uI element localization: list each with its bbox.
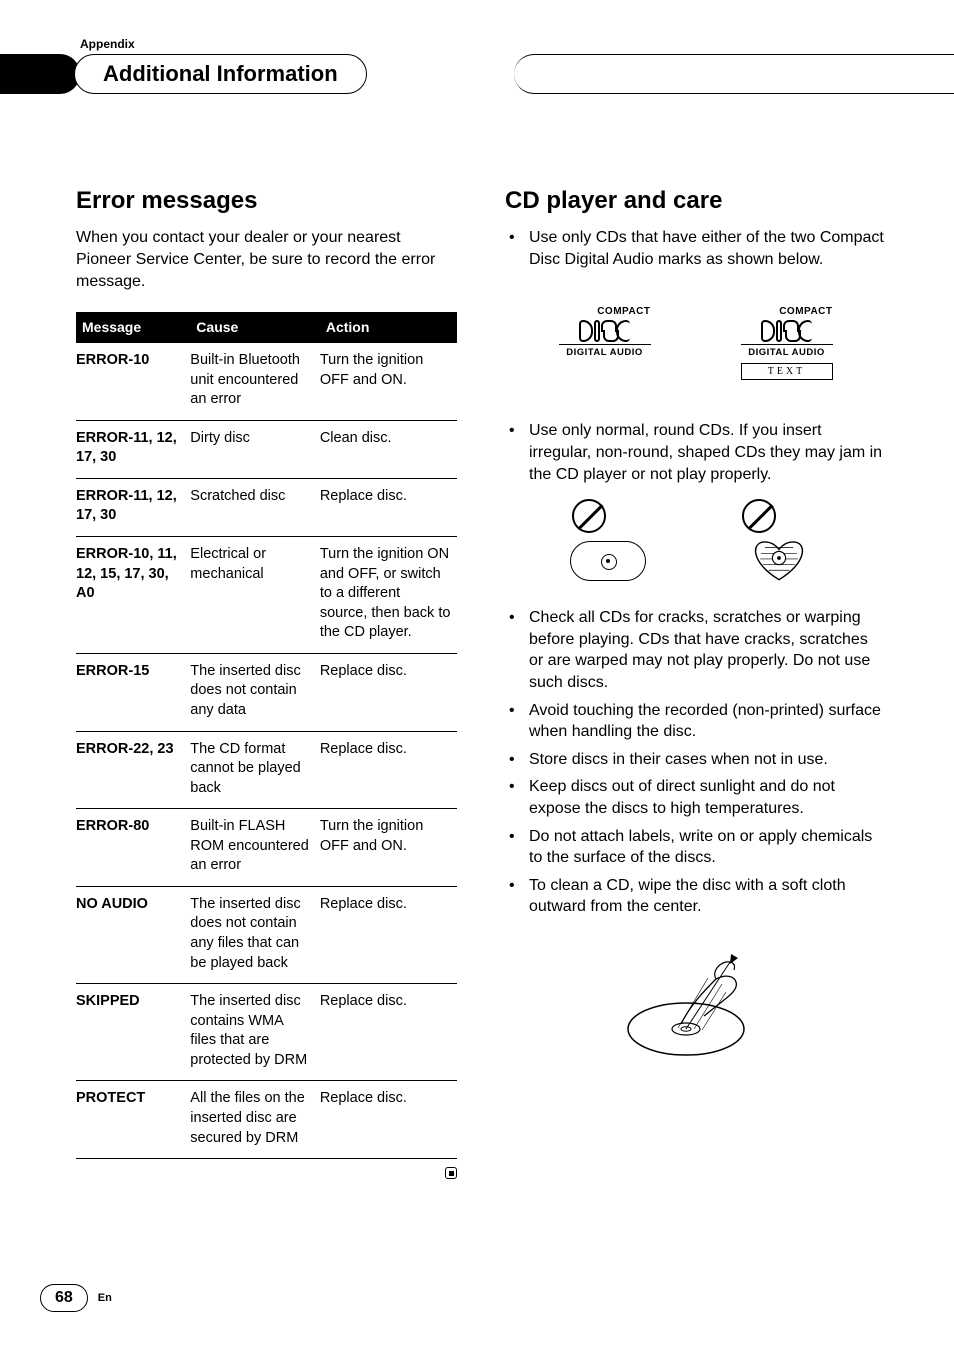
page-number: 68 [40, 1284, 88, 1312]
section-end-mark [76, 1159, 457, 1184]
table-cell-action: Replace disc. [320, 1081, 457, 1159]
table-cell-message: ERROR-11, 12, 17, 30 [76, 420, 190, 478]
table-cell-message: ERROR-15 [76, 653, 190, 731]
list-item: Use only CDs that have either of the two… [505, 227, 886, 276]
table-cell-message: ERROR-10, 11, 12, 15, 17, 30, A0 [76, 537, 190, 654]
list-item: Avoid touching the recorded (non-printed… [505, 700, 886, 749]
list-item: To clean a CD, wipe the disc with a soft… [505, 875, 886, 924]
list-item: Store discs in their cases when not in u… [505, 749, 886, 777]
table-row: PROTECTAll the files on the inserted dis… [76, 1081, 457, 1159]
table-cell-action: Replace disc. [320, 731, 457, 809]
table-cell-cause: All the files on the inserted disc are s… [190, 1081, 320, 1159]
table-cell-cause: Built-in FLASH ROM encountered an error [190, 809, 320, 887]
header-black-tab [0, 54, 80, 94]
page-footer: 68 En [40, 1284, 112, 1312]
table-row: ERROR-10Built-in Bluetooth unit encounte… [76, 343, 457, 420]
table-row: ERROR-11, 12, 17, 30Scratched discReplac… [76, 478, 457, 536]
table-cell-message: SKIPPED [76, 984, 190, 1081]
table-cell-message: PROTECT [76, 1081, 190, 1159]
table-row: ERROR-15The inserted disc does not conta… [76, 653, 457, 731]
list-item: Keep discs out of direct sunlight and do… [505, 776, 886, 825]
table-row: SKIPPEDThe inserted disc contains WMA fi… [76, 984, 457, 1081]
right-column: CD player and care Use only CDs that hav… [505, 185, 886, 1184]
table-cell-message: ERROR-22, 23 [76, 731, 190, 809]
error-table: Message Cause Action ERROR-10Built-in Bl… [76, 312, 457, 1159]
logo2-disc-graphic [741, 318, 833, 345]
appendix-label: Appendix [80, 36, 135, 52]
cd-logos: COMPACT DIGITAL AUDIO COMPACT DIGITAL AU… [505, 305, 886, 381]
table-cell-cause: Scratched disc [190, 478, 320, 536]
page-lang: En [98, 1291, 112, 1306]
compact-disc-text-logo: COMPACT DIGITAL AUDIO TEXT [741, 305, 833, 381]
nonround-cd-illustration [505, 503, 886, 583]
table-cell-cause: Built-in Bluetooth unit encountered an e… [190, 343, 320, 420]
heart-cd-icon [746, 533, 812, 583]
prohibit-icon [742, 499, 776, 533]
error-messages-heading: Error messages [76, 185, 457, 217]
logo2-text-label: TEXT [741, 363, 833, 381]
list-item: Check all CDs for cracks, scratches or w… [505, 607, 886, 699]
table-cell-action: Replace disc. [320, 984, 457, 1081]
table-cell-action: Replace disc. [320, 886, 457, 983]
table-cell-message: ERROR-10 [76, 343, 190, 420]
table-row: ERROR-10, 11, 12, 15, 17, 30, A0Electric… [76, 537, 457, 654]
prohibit-icon [572, 499, 606, 533]
compact-disc-logo: COMPACT DIGITAL AUDIO [559, 305, 651, 381]
logo-digital-audio-text: DIGITAL AUDIO [559, 345, 651, 360]
col-cause: Cause [190, 312, 320, 343]
table-cell-cause: Dirty disc [190, 420, 320, 478]
table-row: NO AUDIOThe inserted disc does not conta… [76, 886, 457, 983]
table-cell-cause: Electrical or mechanical [190, 537, 320, 654]
table-cell-cause: The inserted disc does not contain any d… [190, 653, 320, 731]
table-cell-message: ERROR-80 [76, 809, 190, 887]
col-action: Action [320, 312, 457, 343]
table-cell-action: Clean disc. [320, 420, 457, 478]
table-row: ERROR-80Built-in FLASH ROM encountered a… [76, 809, 457, 887]
cd-care-bullets-mid: Use only normal, round CDs. If you inser… [505, 420, 886, 491]
cd-care-heading: CD player and care [505, 185, 886, 217]
table-cell-message: NO AUDIO [76, 886, 190, 983]
logo-compact-text: COMPACT [559, 305, 651, 319]
logo2-digital-audio-text: DIGITAL AUDIO [741, 345, 833, 360]
cd-care-bullets-top: Use only CDs that have either of the two… [505, 227, 886, 276]
logo2-compact-text: COMPACT [741, 305, 833, 319]
heart-cd-no [736, 503, 826, 583]
wipe-cd-illustration [505, 934, 886, 1064]
list-item: Use only normal, round CDs. If you inser… [505, 420, 886, 491]
oval-cd-icon [570, 541, 646, 581]
table-cell-action: Turn the ignition OFF and ON. [320, 809, 457, 887]
oval-cd-no [566, 503, 656, 583]
table-cell-cause: The CD format cannot be played back [190, 731, 320, 809]
table-cell-action: Turn the ignition OFF and ON. [320, 343, 457, 420]
left-column: Error messages When you contact your dea… [76, 185, 457, 1184]
table-cell-action: Turn the ignition ON and OFF, or switch … [320, 537, 457, 654]
section-title-pill: Additional Information [74, 54, 367, 94]
list-item: Do not attach labels, write on or apply … [505, 826, 886, 875]
table-row: ERROR-11, 12, 17, 30Dirty discClean disc… [76, 420, 457, 478]
cd-care-bullets-bottom: Check all CDs for cracks, scratches or w… [505, 607, 886, 924]
table-cell-action: Replace disc. [320, 478, 457, 536]
error-messages-intro: When you contact your dealer or your nea… [76, 227, 457, 292]
content-area: Error messages When you contact your dea… [76, 185, 886, 1184]
header-right-pill [514, 54, 954, 94]
logo-disc-graphic [559, 318, 651, 345]
col-message: Message [76, 312, 190, 343]
table-cell-action: Replace disc. [320, 653, 457, 731]
table-row: ERROR-22, 23The CD format cannot be play… [76, 731, 457, 809]
table-cell-cause: The inserted disc does not contain any f… [190, 886, 320, 983]
table-cell-message: ERROR-11, 12, 17, 30 [76, 478, 190, 536]
header-row: Additional Information [0, 54, 954, 94]
table-cell-cause: The inserted disc contains WMA files tha… [190, 984, 320, 1081]
